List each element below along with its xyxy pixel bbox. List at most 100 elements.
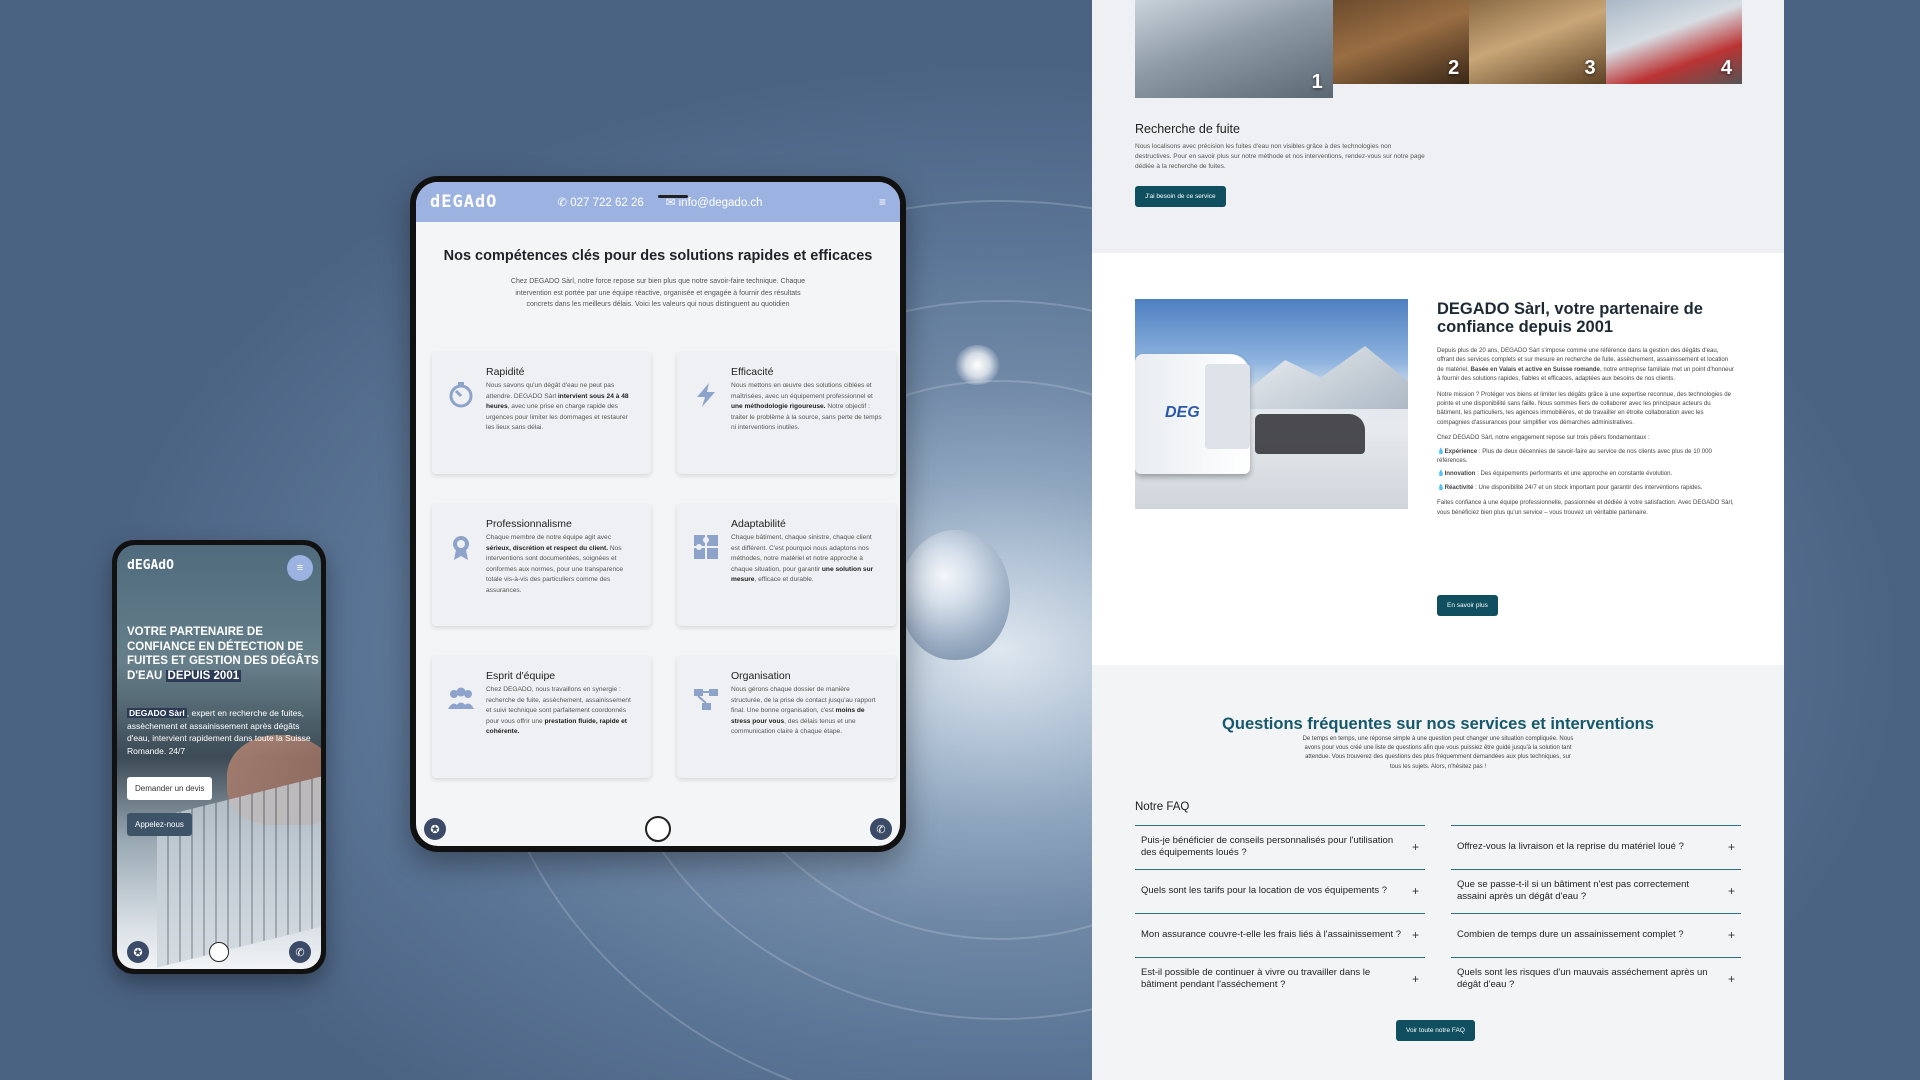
droplet-icon: 💧	[1437, 483, 1445, 491]
faq-question-text: Est-il possible de continuer à vivre ou …	[1141, 967, 1371, 990]
van-snow-photo: DEG	[1135, 299, 1408, 509]
skills-cards-grid: Rapidité Nous savons qu'un dégât d'eau n…	[432, 352, 896, 778]
water-drop-image	[900, 530, 1010, 660]
skill-card-professionnalisme: Professionnalisme Chaque membre de notre…	[432, 504, 651, 626]
skill-card-adaptabilite: Adaptabilité Chaque bâtiment, chaque sin…	[677, 504, 896, 626]
hero-headline: VOTRE PARTENAIRE DE CONFIANCE EN DÉTECTI…	[127, 626, 319, 682]
about-region-highlight: Basée en Valais et active en Suisse roma…	[1470, 365, 1600, 373]
faq-question[interactable]: Est-il possible de continuer à vivre ou …	[1135, 957, 1425, 1001]
pillar-text: : Des équipements performants et une app…	[1475, 470, 1673, 478]
plus-icon[interactable]: +	[1404, 929, 1419, 941]
gallery-number: 4	[1720, 57, 1732, 79]
skill-card-text: Chaque bâtiment, chaque sinistre, chaque…	[731, 534, 874, 583]
accessibility-icon[interactable]: ✪	[424, 818, 446, 840]
phone-device: dEGAdO ≡ VOTRE PARTENAIRE DE CONFIANCE E…	[112, 540, 326, 974]
skill-card-text: Nous gérons chaque dossier de manière st…	[731, 686, 876, 735]
tablet-device: dEGAdO ✆ 027 722 62 26 ✉ info@degado.ch …	[410, 176, 906, 852]
about-title: DEGADO Sàrl, votre partenaire de confian…	[1437, 300, 1703, 336]
gallery-thumbnail[interactable]: 3	[1469, 0, 1606, 84]
van-logo-text: DEG	[1165, 404, 1200, 421]
pillar-item: 💧Réactivité : Une disponibilité 24/7 et …	[1437, 483, 1734, 492]
team-icon	[446, 684, 476, 714]
faq-label: Notre FAQ	[1135, 801, 1190, 813]
pillar-item: 💧Innovation : Des équipements performant…	[1437, 469, 1734, 478]
request-quote-button[interactable]: Demander un devis	[127, 777, 213, 800]
faq-question-text: Puis-je bénéficier de conseils personnal…	[1141, 835, 1394, 858]
skill-card-efficacite: Efficacité Nous mettons en œuvre des sol…	[677, 352, 896, 474]
skill-card-text: Nous savons qu'un dégât d'eau ne peut pa…	[486, 382, 629, 431]
plus-icon[interactable]: +	[1404, 841, 1419, 853]
stopwatch-icon	[446, 380, 476, 410]
droplet-icon: 💧	[1437, 447, 1445, 455]
leak-section-title: Recherche de fuite	[1135, 122, 1240, 136]
tablet-notch	[658, 195, 688, 198]
phone-bottom-bar: ✪ ✆	[117, 935, 321, 969]
gallery-number: 1	[1311, 71, 1323, 93]
faq-question-text: Mon assurance couvre-t-elle les frais li…	[1141, 929, 1402, 940]
faq-question[interactable]: Combien de temps dure un assainissement …	[1451, 913, 1741, 957]
desktop-page-preview: 1 2 3 4 Recherche de fuite Nous localiso…	[1092, 0, 1784, 1080]
skill-card-text: Chez DEGADO, nous travaillons en synergi…	[486, 686, 631, 735]
skills-heading: Nos compétences clés pour des solutions …	[443, 248, 873, 264]
degado-logo[interactable]: dEGAdO	[430, 192, 497, 212]
plus-icon[interactable]: +	[1720, 929, 1735, 941]
phone-call-icon[interactable]: ✆	[289, 941, 311, 963]
gallery-thumbnail[interactable]: 2	[1332, 0, 1470, 84]
about-body: Depuis plus de 20 ans, DEGADO Sàrl s'imp…	[1437, 346, 1734, 523]
plus-icon[interactable]: +	[1404, 973, 1419, 985]
faq-question[interactable]: Mon assurance couvre-t-elle les frais li…	[1135, 913, 1425, 957]
tablet-bottom-bar: ✪ ✆	[416, 812, 900, 846]
plus-icon[interactable]: +	[1720, 885, 1735, 897]
faq-question[interactable]: Que se passe-t-il si un bâtiment n'est p…	[1451, 869, 1741, 913]
degado-logo[interactable]: dEGAdO	[127, 558, 174, 573]
leak-section-text: Nous localisons avec précision les fuite…	[1135, 143, 1425, 170]
skill-card-rapidite: Rapidité Nous savons qu'un dégât d'eau n…	[432, 352, 651, 474]
accessibility-icon[interactable]: ✪	[127, 941, 149, 963]
about-mission-paragraph: Notre mission ? Protéger vos biens et li…	[1437, 390, 1732, 426]
view-all-faq-button[interactable]: Voir toute notre FAQ	[1396, 1020, 1475, 1041]
skill-card-title: Organisation	[731, 670, 791, 682]
skill-card-esprit-equipe: Esprit d'équipe Chez DEGADO, nous travai…	[432, 656, 651, 778]
faq-question[interactable]: Quels sont les risques d'un mauvais assé…	[1451, 957, 1741, 1001]
pillar-text: : Plus de deux décennies de savoir-faire…	[1437, 447, 1712, 465]
service-request-button[interactable]: J'ai besoin de ce service	[1135, 186, 1226, 207]
home-button[interactable]	[209, 942, 229, 962]
faq-column-right: Offrez-vous la livraison et la reprise d…	[1451, 825, 1741, 1001]
skill-card-title: Esprit d'équipe	[486, 670, 556, 682]
hamburger-menu-icon[interactable]: ≡	[879, 195, 886, 209]
skills-intro: Chez DEGADO Sàrl, notre force repose sur…	[510, 278, 806, 308]
skill-card-organisation: Organisation Nous gérons chaque dossier …	[677, 656, 896, 778]
plus-icon[interactable]: +	[1404, 885, 1419, 897]
skill-card-title: Efficacité	[731, 366, 774, 378]
plus-icon[interactable]: +	[1720, 973, 1735, 985]
faq-question[interactable]: Puis-je bénéficier de conseils personnal…	[1135, 825, 1425, 869]
puzzle-icon	[691, 532, 721, 562]
phone-link[interactable]: ✆ 027 722 62 26	[557, 195, 643, 209]
plus-icon[interactable]: +	[1720, 841, 1735, 853]
phone-call-icon[interactable]: ✆	[870, 818, 892, 840]
faq-question-text: Combien de temps dure un assainissement …	[1457, 929, 1684, 940]
hamburger-menu-icon[interactable]: ≡	[287, 555, 313, 581]
home-button[interactable]	[645, 816, 671, 842]
droplet-icon: 💧	[1437, 470, 1445, 478]
gallery-thumbnail[interactable]: 4	[1605, 0, 1742, 84]
hero-text: DEGADO Sàrl, expert en recherche de fuit…	[127, 708, 311, 756]
skill-card-text: Nous mettons en œuvre des solutions cibl…	[731, 382, 882, 431]
tablet-screen: dEGAdO ✆ 027 722 62 26 ✉ info@degado.ch …	[416, 182, 900, 846]
call-us-button[interactable]: Appelez-nous	[127, 813, 192, 836]
learn-more-button[interactable]: En savoir plus	[1437, 595, 1498, 616]
pillar-label: Innovation	[1444, 470, 1476, 478]
leak-detection-section: 1 2 3 4 Recherche de fuite Nous localiso…	[1092, 0, 1784, 253]
faq-title: Questions fréquentes sur nos services et…	[1222, 715, 1654, 733]
faq-section: Questions fréquentes sur nos services et…	[1092, 665, 1784, 1080]
faq-question-text: Que se passe-t-il si un bâtiment n'est p…	[1457, 879, 1690, 902]
gallery-number: 2	[1448, 57, 1460, 79]
faq-question[interactable]: Quels sont les tarifs pour la location d…	[1135, 869, 1425, 913]
pillar-item: 💧Expérience : Plus de deux décennies de …	[1437, 447, 1734, 466]
pillar-text: : Une disponibilité 24/7 et un stock imp…	[1473, 483, 1703, 491]
faq-question[interactable]: Offrez-vous la livraison et la reprise d…	[1451, 825, 1741, 869]
about-section: DEG DEGADO Sàrl, votre partenaire de con…	[1092, 253, 1784, 665]
faq-column-left: Puis-je bénéficier de conseils personnal…	[1135, 825, 1425, 1001]
light-glare	[955, 345, 1000, 385]
gallery-thumbnail[interactable]: 1	[1135, 0, 1333, 98]
